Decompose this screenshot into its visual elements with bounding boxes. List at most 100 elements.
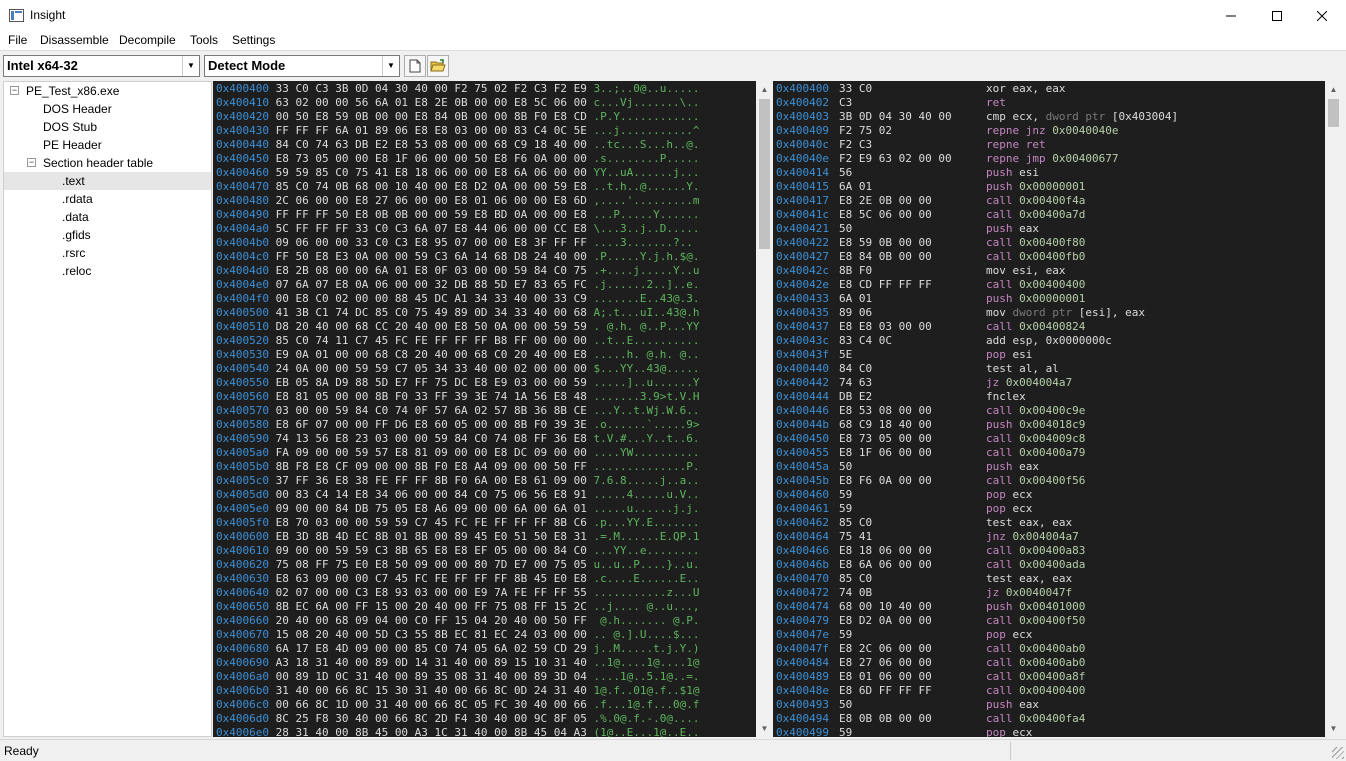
disassembly-row[interactable]: 0x40047f E8 2C 06 00 00 call 0x00400ab0	[776, 642, 1324, 656]
disassembly-row[interactable]: 0x40040e F2 E9 63 02 00 00 repne jmp 0x004…	[776, 152, 1324, 166]
scroll-down-icon[interactable]: ▼	[1325, 720, 1342, 737]
hex-row[interactable]: 0x400550 EB 05 8A D9 88 5D E7 FF 75 DC E…	[216, 376, 699, 390]
disassembly-row[interactable]: 0x40045b E8 F6 0A 00 00 call 0x00400f56	[776, 474, 1324, 488]
hex-row[interactable]: 0x400630 E8 63 09 00 00 C7 45 FC FE FF F…	[216, 572, 699, 586]
disassembly-row[interactable]: 0x400460 59 pop ecx	[776, 488, 1324, 502]
scroll-up-icon[interactable]: ▲	[756, 81, 773, 98]
disassembly-row[interactable]: 0x400427 E8 84 0B 00 00 call 0x00400fb0	[776, 250, 1324, 264]
disassembly-row[interactable]: 0x40042e E8 CD FF FF FF call 0x00400400	[776, 278, 1324, 292]
menu-disassemble[interactable]: Disassemble	[40, 33, 109, 47]
disassembly-row[interactable]: 0x40043c 83 C4 0C add esp, 0x0000000c	[776, 334, 1324, 348]
hex-row[interactable]: 0x400500 41 3B C1 74 DC 85 C0 75 49 89 0…	[216, 306, 699, 320]
hex-row[interactable]: 0x400520 85 C0 74 11 C7 45 FC FE FF FF F…	[216, 334, 699, 348]
tree-item-section-reloc[interactable]: .reloc	[62, 262, 91, 280]
disassembly-row[interactable]: 0x40043f 5E pop esi	[776, 348, 1324, 362]
maximize-button[interactable]	[1254, 0, 1300, 31]
disassembly-row[interactable]: 0x400400 33 C0 xor eax, eax	[776, 82, 1324, 96]
disassembly-row[interactable]: 0x400450 E8 73 05 00 00 call 0x004009c8	[776, 432, 1324, 446]
disassembly-row[interactable]: 0x400484 E8 27 06 00 00 call 0x00400ab0	[776, 656, 1324, 670]
disassembly-row[interactable]: 0x400493 50 push eax	[776, 698, 1324, 712]
disassembly-view[interactable]: 0x400400 33 C0 xor eax, eax 0x400402 C3 ret 0x…	[773, 81, 1342, 737]
disassembly-row[interactable]: 0x400442 74 63 jz 0x004004a7	[776, 376, 1324, 390]
hex-view[interactable]: 0x400400 33 C0 C3 3B 0D 04 30 40 00 F2 7…	[213, 81, 773, 737]
hex-row[interactable]: 0x4005e0 09 00 00 84 DB 75 05 E8 A6 09 0…	[216, 502, 699, 516]
scroll-down-icon[interactable]: ▼	[756, 720, 773, 737]
hex-row[interactable]: 0x4006d0 8C 25 F8 30 40 00 66 8C 2D F4 3…	[216, 712, 699, 726]
disassembly-row[interactable]: 0x400466 E8 18 06 00 00 call 0x00400a83	[776, 544, 1324, 558]
scroll-thumb[interactable]	[759, 99, 770, 249]
disassembly-row[interactable]: 0x400446 E8 53 08 00 00 call 0x00400c9e	[776, 404, 1324, 418]
hex-row[interactable]: 0x4004e0 07 6A 07 E8 0A 06 00 00 32 DB 8…	[216, 278, 699, 292]
hex-row[interactable]: 0x4006a0 00 89 1D 0C 31 40 00 89 35 08 3…	[216, 670, 699, 684]
hex-row[interactable]: 0x4005c0 37 FF 36 E8 38 FE FF FF 8B F0 6…	[216, 474, 699, 488]
hex-row[interactable]: 0x4004c0 FF 50 E8 E3 0A 00 00 59 C3 6A 1…	[216, 250, 699, 264]
hex-row[interactable]: 0x400590 74 13 56 E8 23 03 00 00 59 84 C…	[216, 432, 699, 446]
hex-scrollbar[interactable]: ▲ ▼	[756, 81, 773, 737]
hex-row[interactable]: 0x4005a0 FA 09 00 00 59 57 E8 81 09 00 0…	[216, 446, 699, 460]
hex-row[interactable]: 0x400420 00 50 E8 59 0B 00 00 E8 84 0B 0…	[216, 110, 699, 124]
hex-row[interactable]: 0x400670 15 08 20 40 00 5D C3 55 8B EC 8…	[216, 628, 699, 642]
disassembly-row[interactable]: 0x40042c 8B F0 mov esi, eax	[776, 264, 1324, 278]
hex-row[interactable]: 0x4005b0 8B F8 E8 CF 09 00 00 8B F0 E8 A…	[216, 460, 699, 474]
disassembly-row[interactable]: 0x400409 F2 75 02 repne jnz 0x0040040e	[776, 124, 1324, 138]
disassembly-row[interactable]: 0x400415 6A 01 push 0x00000001	[776, 180, 1324, 194]
hex-row[interactable]: 0x400480 2C 06 00 00 E8 27 06 00 00 E8 0…	[216, 194, 699, 208]
hex-row[interactable]: 0x400400 33 C0 C3 3B 0D 04 30 40 00 F2 7…	[216, 82, 699, 96]
new-file-button[interactable]	[404, 55, 426, 77]
disassembly-row[interactable]: 0x40040c F2 C3 repne ret	[776, 138, 1324, 152]
disassembly-row[interactable]: 0x400440 84 C0 test al, al	[776, 362, 1324, 376]
disassembly-row[interactable]: 0x400421 50 push eax	[776, 222, 1324, 236]
chevron-down-icon[interactable]: ▼	[182, 56, 199, 76]
hex-row[interactable]: 0x400640 02 07 00 00 C3 E8 93 03 00 00 E…	[216, 586, 699, 600]
hex-row[interactable]: 0x4006e0 28 31 40 00 8B 45 00 A3 1C 31 4…	[216, 726, 699, 737]
hex-row[interactable]: 0x400620 75 08 FF 75 E0 E8 50 09 00 00 8…	[216, 558, 699, 572]
disassembly-row[interactable]: 0x400402 C3 ret	[776, 96, 1324, 110]
tree-item-pe-header[interactable]: PE Header	[43, 136, 102, 154]
tree-item-dos-stub[interactable]: DOS Stub	[43, 118, 97, 136]
hex-row[interactable]: 0x400460 59 59 85 C0 75 41 E8 18 06 00 0…	[216, 166, 699, 180]
disassembly-row[interactable]: 0x400462 85 C0 test eax, eax	[776, 516, 1324, 530]
disassembly-row[interactable]: 0x40045a 50 push eax	[776, 460, 1324, 474]
hex-row[interactable]: 0x400690 A3 18 31 40 00 89 0D 14 31 40 0…	[216, 656, 699, 670]
hex-row[interactable]: 0x4006b0 31 40 00 66 8C 15 30 31 40 00 6…	[216, 684, 699, 698]
hex-row[interactable]: 0x400490 FF FF FF 50 E8 0B 0B 00 00 59 E…	[216, 208, 699, 222]
hex-row[interactable]: 0x400660 20 40 00 68 09 04 00 C0 FF 15 0…	[216, 614, 699, 628]
disassembly-row[interactable]: 0x400444 DB E2 fnclex	[776, 390, 1324, 404]
disassembly-row[interactable]: 0x400489 E8 01 06 00 00 call 0x00400a8f	[776, 670, 1324, 684]
hex-row[interactable]: 0x4004b0 09 06 00 00 33 C0 C3 E8 95 07 0…	[216, 236, 693, 250]
disassembly-row[interactable]: 0x400455 E8 1F 06 00 00 call 0x00400a79	[776, 446, 1324, 460]
disassembly-row[interactable]: 0x40041c E8 5C 06 00 00 call 0x00400a7d	[776, 208, 1324, 222]
disassembly-row[interactable]: 0x400499 59 pop ecx	[776, 726, 1324, 737]
disassembly-row[interactable]: 0x400479 E8 D2 0A 00 00 call 0x00400f50	[776, 614, 1324, 628]
hex-row[interactable]: 0x400540 24 0A 00 00 59 59 C7 05 34 33 4…	[216, 362, 699, 376]
menu-settings[interactable]: Settings	[232, 33, 275, 47]
hex-row[interactable]: 0x400450 E8 73 05 00 00 E8 1F 06 00 00 5…	[216, 152, 699, 166]
disassembly-row[interactable]: 0x40047e 59 pop ecx	[776, 628, 1324, 642]
disassembly-row[interactable]: 0x400472 74 0B jz 0x0040047f	[776, 586, 1324, 600]
disassembly-row[interactable]: 0x400414 56 push esi	[776, 166, 1324, 180]
hex-row[interactable]: 0x400570 03 00 00 59 84 C0 74 0F 57 6A 0…	[216, 404, 699, 418]
hex-row[interactable]: 0x400410 63 02 00 00 56 6A 01 E8 2E 0B 0…	[216, 96, 699, 110]
collapse-icon[interactable]: −	[10, 86, 19, 95]
minimize-button[interactable]	[1208, 0, 1254, 31]
hex-row[interactable]: 0x400430 FF FF FF 6A 01 89 06 E8 E8 03 0…	[216, 124, 699, 138]
disassembly-row[interactable]: 0x400417 E8 2E 0B 00 00 call 0x00400f4a	[776, 194, 1324, 208]
tree-item-section-gfids[interactable]: .gfids	[62, 226, 91, 244]
disassembly-row[interactable]: 0x400461 59 pop ecx	[776, 502, 1324, 516]
hex-row[interactable]: 0x400440 84 C0 74 63 DB E2 E8 53 08 00 0…	[216, 138, 699, 152]
architecture-select[interactable]: Intel x64-32 ▼	[3, 55, 200, 77]
tree-item-section-table[interactable]: − Section header table	[27, 154, 153, 172]
tree-root[interactable]: − PE_Test_x86.exe	[8, 82, 119, 100]
collapse-icon[interactable]: −	[27, 158, 36, 167]
hex-row[interactable]: 0x4005d0 00 83 C4 14 E8 34 06 00 00 84 C…	[216, 488, 699, 502]
disassembly-row[interactable]: 0x40044b 68 C9 18 40 00 push 0x004018c9	[776, 418, 1324, 432]
hex-row[interactable]: 0x400510 D8 20 40 00 68 CC 20 40 00 E8 5…	[216, 320, 699, 334]
disassembly-row[interactable]: 0x400474 68 00 10 40 00 push 0x00401000	[776, 600, 1324, 614]
hex-row[interactable]: 0x4004a0 5C FF FF FF 33 C0 C3 6A 07 E8 4…	[216, 222, 699, 236]
tree-item-section-rdata[interactable]: .rdata	[62, 190, 93, 208]
hex-row[interactable]: 0x400470 85 C0 74 0B 68 00 10 40 00 E8 D…	[216, 180, 699, 194]
disassembly-row[interactable]: 0x400470 85 C0 test eax, eax	[776, 572, 1324, 586]
resize-grip-icon[interactable]	[1332, 747, 1344, 759]
disassembly-row[interactable]: 0x400403 3B 0D 04 30 40 00 cmp ecx, dword …	[776, 110, 1324, 124]
scroll-thumb[interactable]	[1328, 99, 1339, 127]
